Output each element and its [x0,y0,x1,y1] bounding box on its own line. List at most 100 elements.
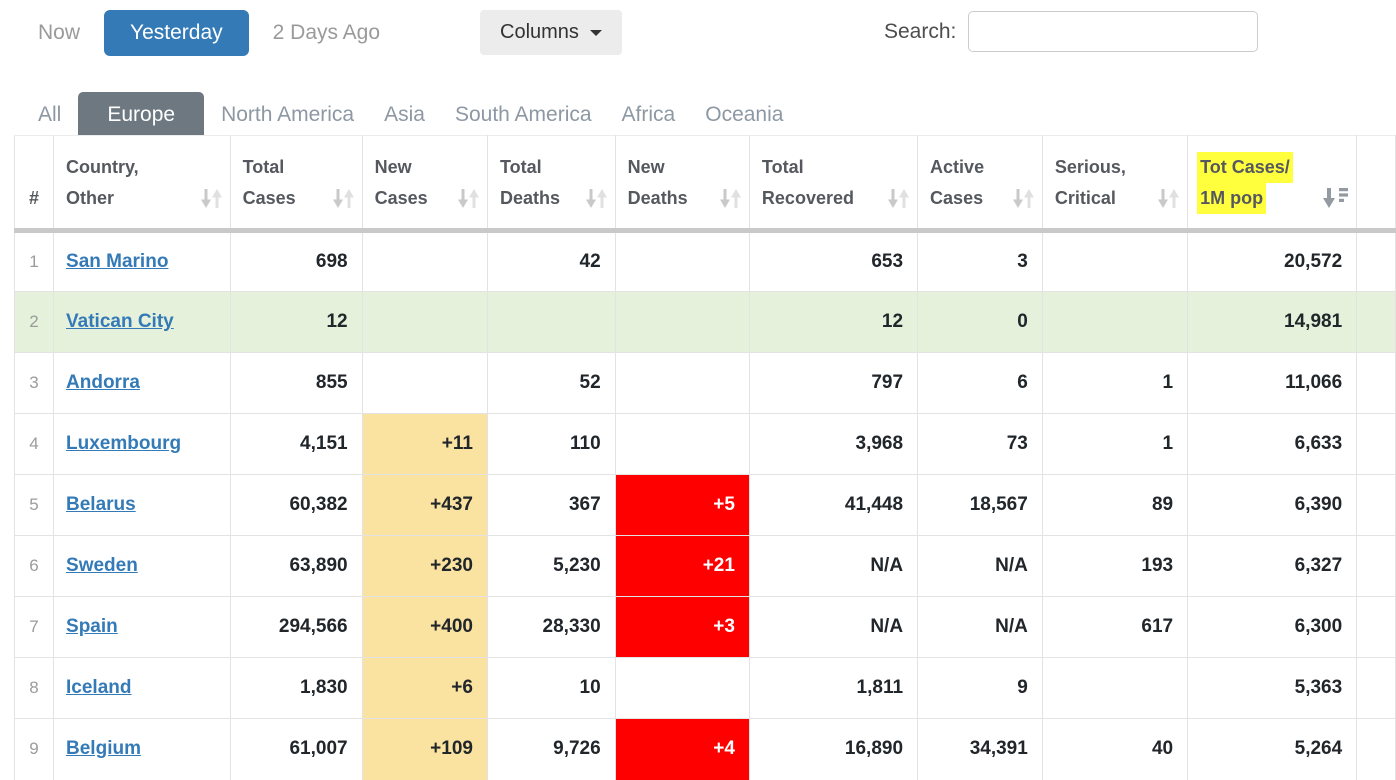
cell-serious_critical: 1 [1042,353,1187,414]
country-link[interactable]: Vatican City [66,311,174,332]
country-link[interactable]: Sweden [66,555,138,576]
region-tab-europe[interactable]: Europe [78,92,204,137]
cell-new_deaths [615,353,749,414]
cell-clipped [1357,536,1396,597]
cell-country: Andorra [54,353,231,414]
cell-rank: 5 [15,475,54,536]
cell-new_cases [362,231,487,292]
cell-total_cases: 61,007 [230,719,362,780]
col-header-cases_per_1m[interactable]: Tot Cases/1M pop [1188,136,1357,231]
region-tab-south-america[interactable]: South America [442,92,605,137]
cell-cases_per_1m: 20,572 [1188,231,1357,292]
cell-total_deaths: 5,230 [487,536,615,597]
cell-total_deaths: 52 [487,353,615,414]
cell-total_deaths: 110 [487,414,615,475]
table-row: 5Belarus60,382+437367+541,44818,567896,3… [15,475,1396,536]
cell-serious_critical: 1 [1042,414,1187,475]
cell-total_recovered: 3,968 [749,414,917,475]
cell-active_cases: 0 [918,292,1043,353]
cell-active_cases: 9 [918,658,1043,719]
cell-total_recovered: 653 [749,231,917,292]
cell-total_deaths: 10 [487,658,615,719]
cell-cases_per_1m: 6,327 [1188,536,1357,597]
sort-both-icon [332,188,355,209]
sort-both-icon [585,188,608,209]
region-tab-north-america[interactable]: North America [208,92,367,137]
cell-cases_per_1m: 5,264 [1188,719,1357,780]
cell-active_cases: 34,391 [918,719,1043,780]
cell-country: Spain [54,597,231,658]
table-row: 6Sweden63,890+2305,230+21N/AN/A1936,327 [15,536,1396,597]
cell-total_deaths: 367 [487,475,615,536]
cell-serious_critical: 193 [1042,536,1187,597]
col-header-label: New [375,152,479,183]
region-tab-asia[interactable]: Asia [371,92,438,137]
col-header-new_cases[interactable]: NewCases [362,136,487,231]
cell-total_recovered: 41,448 [749,475,917,536]
col-header-total_deaths[interactable]: TotalDeaths [487,136,615,231]
time-range-tabs: Now Yesterday 2 Days Ago [38,10,404,56]
cell-new_cases: +400 [362,597,487,658]
cell-clipped [1357,231,1396,292]
cell-country: Sweden [54,536,231,597]
cell-serious_critical [1042,292,1187,353]
sort-both-icon [200,188,223,209]
cell-new_deaths [615,292,749,353]
cell-total_deaths [487,292,615,353]
columns-dropdown-button[interactable]: Columns [480,10,622,55]
cell-clipped [1357,475,1396,536]
col-header-country[interactable]: Country,Other [54,136,231,231]
cell-rank: 2 [15,292,54,353]
col-header-new_deaths[interactable]: NewDeaths [615,136,749,231]
sort-both-icon [887,188,910,209]
col-header-active_cases[interactable]: ActiveCases [918,136,1043,231]
search-input[interactable] [968,11,1258,52]
cell-total_recovered: 16,890 [749,719,917,780]
cell-country: Vatican City [54,292,231,353]
time-tab-2-days-ago[interactable]: 2 Days Ago [249,10,404,56]
country-link[interactable]: Belgium [66,738,141,759]
cell-new_deaths [615,414,749,475]
time-tab-yesterday[interactable]: Yesterday [104,10,249,56]
country-link[interactable]: Andorra [66,372,140,393]
cell-clipped [1357,353,1396,414]
country-link[interactable]: Spain [66,616,118,637]
cell-rank: 9 [15,719,54,780]
table-row: 8Iceland1,830+6101,81195,363 [15,658,1396,719]
region-tab-africa[interactable]: Africa [609,92,689,137]
cell-new_deaths [615,658,749,719]
search-label: Search: [884,20,956,44]
country-link[interactable]: Luxembourg [66,433,181,454]
col-header-rank: # [15,136,54,231]
country-link[interactable]: San Marino [66,251,168,272]
cell-active_cases: 3 [918,231,1043,292]
cell-total_recovered: 797 [749,353,917,414]
cell-active_cases: 6 [918,353,1043,414]
cell-cases_per_1m: 6,390 [1188,475,1357,536]
cell-cases_per_1m: 5,363 [1188,658,1357,719]
country-link[interactable]: Belarus [66,494,136,515]
cell-total_cases: 4,151 [230,414,362,475]
cell-new_cases: +109 [362,719,487,780]
col-header-label: Active [930,152,1034,183]
col-header-total_recovered[interactable]: TotalRecovered [749,136,917,231]
region-tab-oceania[interactable]: Oceania [692,92,796,137]
cell-serious_critical: 617 [1042,597,1187,658]
cell-new_deaths: +3 [615,597,749,658]
cell-new_cases: +437 [362,475,487,536]
cell-total_recovered: 12 [749,292,917,353]
sort-both-icon [457,188,480,209]
cell-active_cases: N/A [918,597,1043,658]
col-header-label: Tot Cases/ [1200,152,1348,183]
search-area: Search: [884,11,1258,52]
region-tab-all[interactable]: All [38,92,74,137]
col-header-total_cases[interactable]: TotalCases [230,136,362,231]
cell-cases_per_1m: 14,981 [1188,292,1357,353]
cell-total_recovered: 1,811 [749,658,917,719]
col-header-serious_critical[interactable]: Serious,Critical [1042,136,1187,231]
country-link[interactable]: Iceland [66,677,131,698]
table-row: 7Spain294,566+40028,330+3N/AN/A6176,300 [15,597,1396,658]
col-header-label: 1M pop [1197,183,1266,214]
time-tab-now[interactable]: Now [38,10,104,56]
cell-total_cases: 60,382 [230,475,362,536]
